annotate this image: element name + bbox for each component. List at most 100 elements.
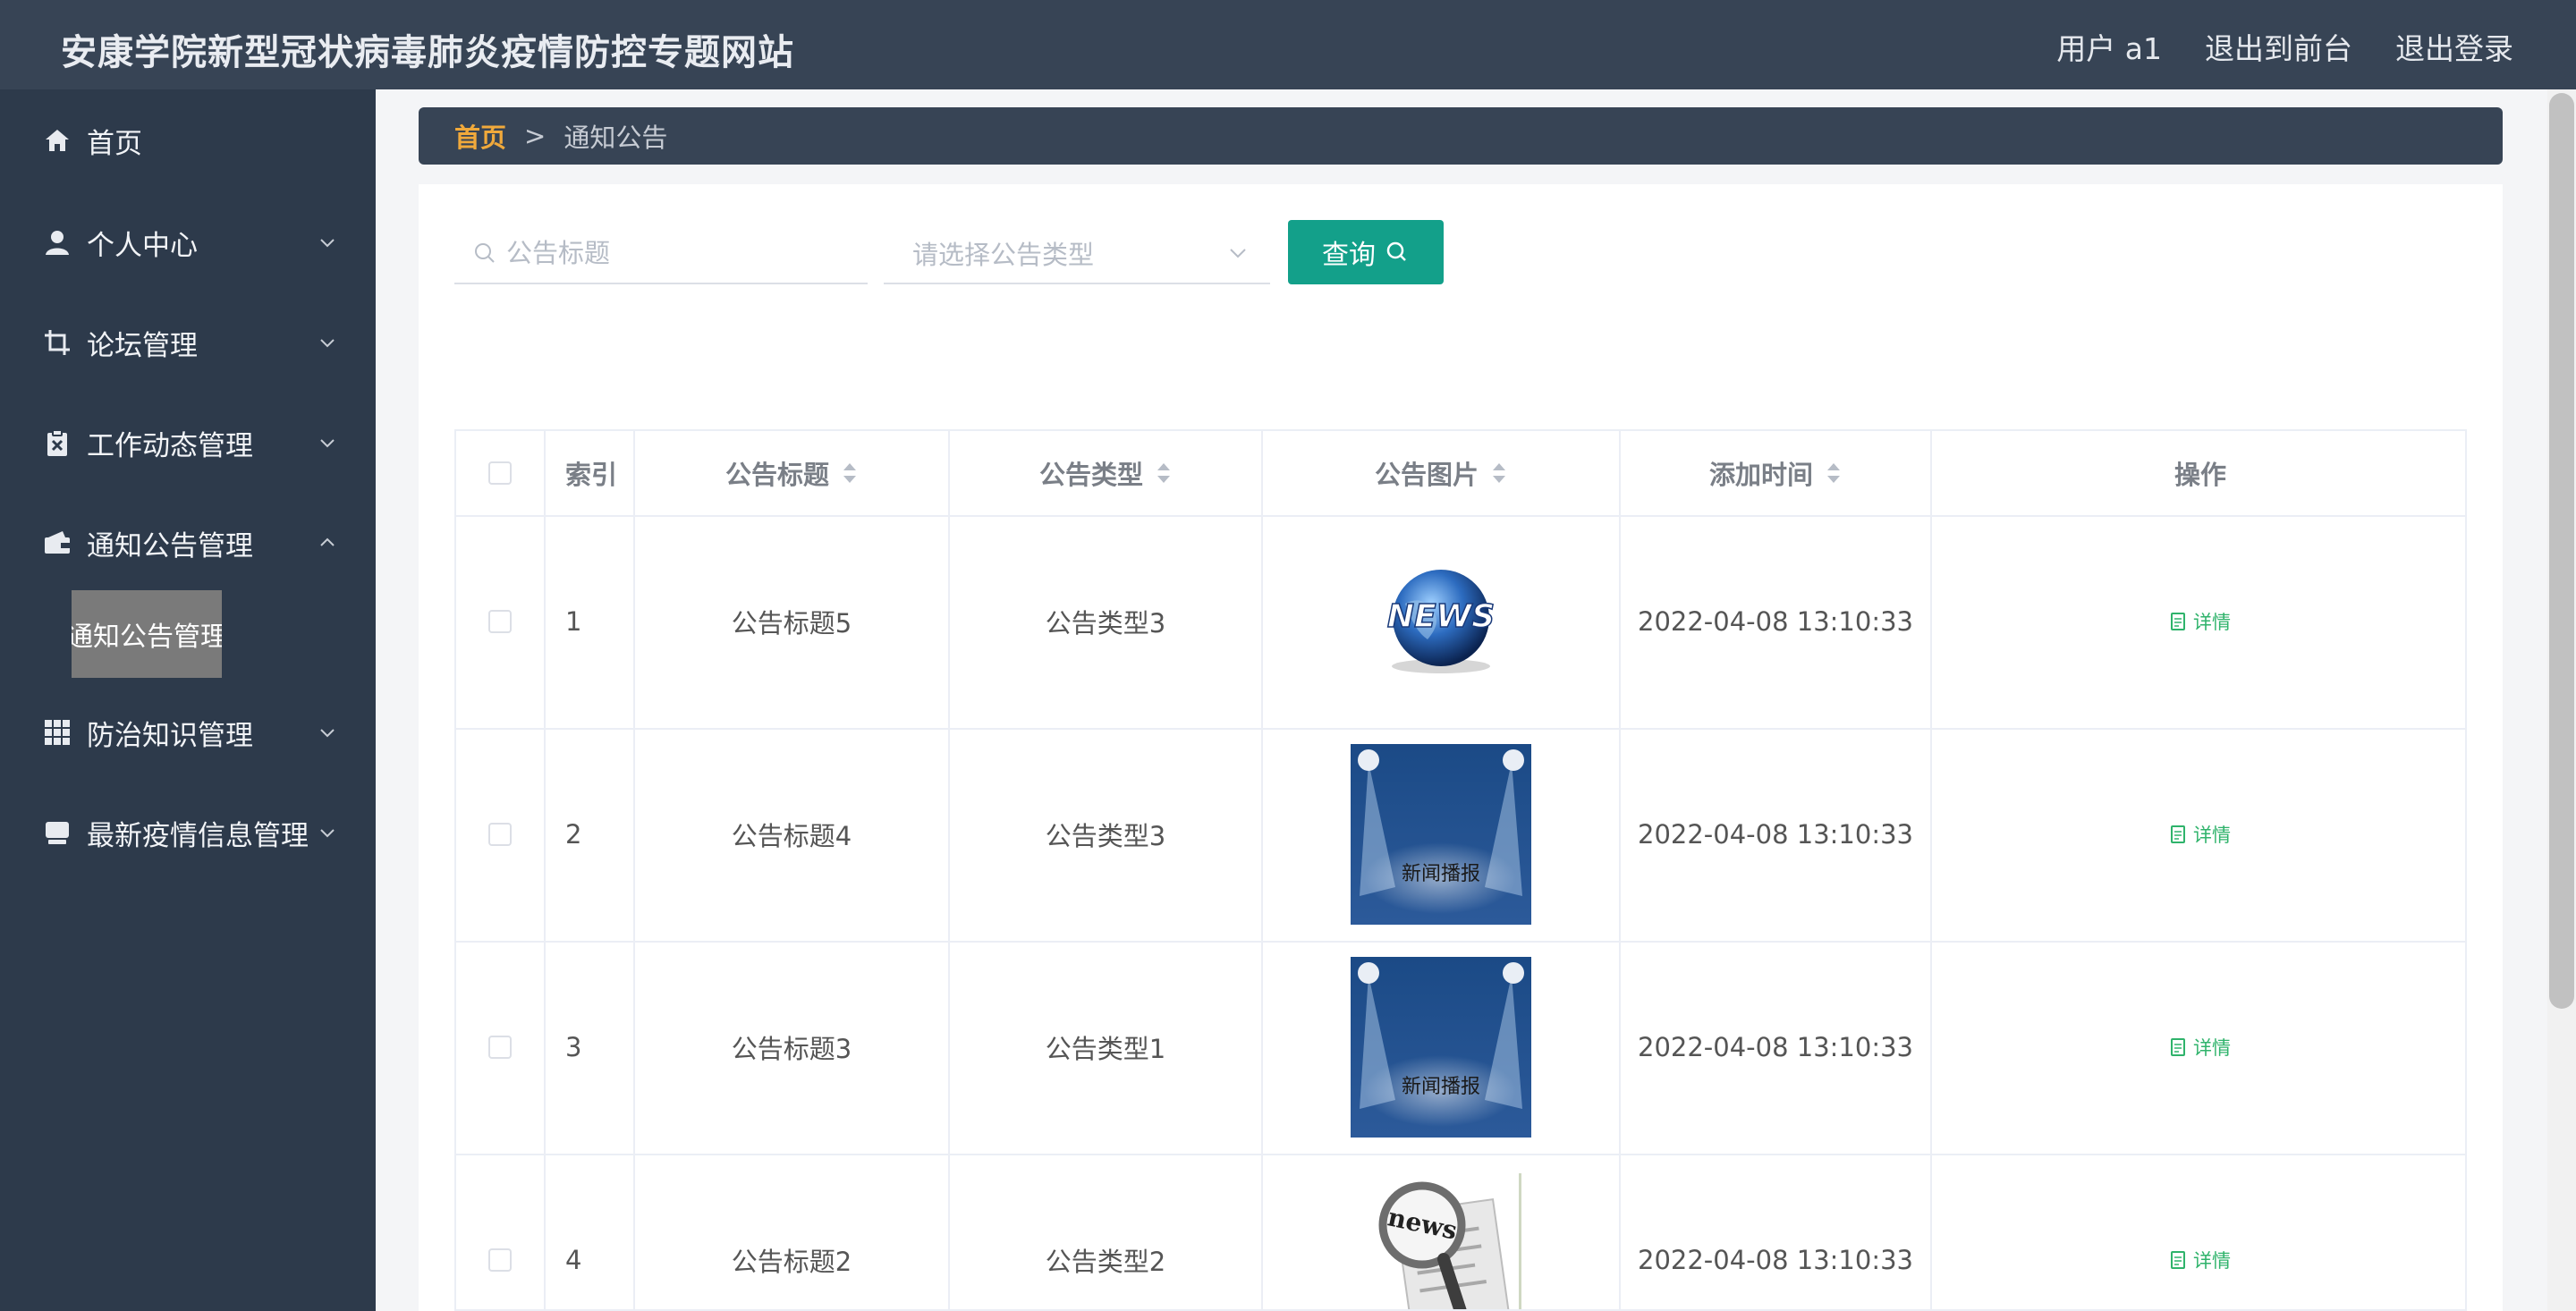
row-index: 3 — [546, 941, 635, 1154]
chevron-up-icon — [320, 537, 335, 546]
scrollbar-thumb[interactable] — [2549, 93, 2574, 1009]
row-title: 公告标题2 — [635, 1154, 950, 1309]
sidebar-item-label: 个人中心 — [87, 229, 198, 262]
notice-table: 索引 公告标题 公告类型 公告图片 添加时间 操作 1 公告标题5 公告类型3 — [454, 429, 2467, 1311]
title-search-input[interactable] — [504, 237, 866, 269]
breadcrumb-home[interactable]: 首页 — [454, 117, 506, 155]
row-type: 公告类型3 — [950, 515, 1263, 728]
sidebar-item-label: 首页 — [87, 127, 142, 160]
row-operation-cell: 详情 — [1932, 515, 2465, 728]
row-operation-cell: 详情 — [1932, 728, 2465, 941]
chevron-down-icon — [320, 339, 335, 348]
news-magnifier-image[interactable]: news — [1351, 1170, 1531, 1311]
document-icon — [2171, 825, 2185, 843]
news-globe-image[interactable]: NEWS — [1378, 559, 1504, 684]
sidebar-item-label: 最新疫情信息管理 — [87, 819, 309, 852]
logout-link[interactable]: 退出登录 — [2395, 25, 2513, 68]
row-index: 1 — [546, 515, 635, 728]
news-broadcast-image[interactable]: 新闻播报 — [1351, 957, 1531, 1138]
query-button[interactable]: 查询 — [1288, 220, 1444, 284]
row-check-cell — [456, 515, 546, 728]
image-caption: 新闻播报 — [1402, 863, 1480, 885]
sidebar-item-label: 工作动态管理 — [87, 429, 253, 462]
row-type: 公告类型1 — [950, 941, 1263, 1154]
row-time: 2022-04-08 13:10:33 — [1621, 941, 1932, 1154]
header-image[interactable]: 公告图片 — [1263, 431, 1621, 515]
row-image-cell: news — [1263, 1154, 1621, 1311]
row-title: 公告标题5 — [635, 515, 950, 728]
header-title-label: 公告标题 — [724, 460, 829, 490]
sidebar-item-latest-epidemic[interactable]: 最新疫情信息管理 — [0, 783, 376, 882]
detail-button[interactable]: 详情 — [2170, 1247, 2231, 1273]
row-type: 公告类型2 — [950, 1154, 1263, 1309]
sidebar-item-home[interactable]: 首页 — [0, 91, 376, 190]
sidebar-item-prevention-knowledge[interactable]: 防治知识管理 — [0, 683, 376, 782]
search-icon — [1386, 241, 1406, 261]
row-image-cell: 新闻播报 — [1263, 941, 1621, 1154]
table-row: 2 公告标题4 公告类型3 新闻播报 2022-04-08 13:10:33 详… — [456, 728, 2465, 943]
sort-icon[interactable] — [1156, 461, 1172, 485]
header-time[interactable]: 添加时间 — [1621, 431, 1932, 515]
row-checkbox[interactable] — [488, 823, 512, 846]
row-title: 公告标题4 — [635, 728, 950, 941]
submenu-item-notice-management[interactable]: 通知公告管理 — [72, 590, 222, 678]
chevron-down-icon — [320, 829, 335, 838]
row-check-cell — [456, 941, 546, 1154]
breadcrumb-separator: > — [524, 121, 547, 151]
crop-icon — [43, 328, 72, 357]
header-type-label: 公告类型 — [1038, 460, 1143, 490]
sidebar-item-notice[interactable]: 通知公告管理 — [0, 494, 376, 592]
title-search-field[interactable] — [454, 224, 868, 284]
sidebar-item-work-news[interactable]: 工作动态管理 — [0, 393, 376, 492]
row-checkbox[interactable] — [488, 1036, 512, 1059]
row-image-cell: NEWS — [1263, 515, 1621, 728]
type-select-placeholder: 请选择公告类型 — [912, 240, 1095, 270]
table-header-row: 索引 公告标题 公告类型 公告图片 添加时间 操作 — [456, 431, 2465, 517]
header-time-label: 添加时间 — [1708, 460, 1813, 490]
header-title[interactable]: 公告标题 — [635, 431, 950, 515]
monitor-icon — [43, 818, 72, 847]
sidebar-item-forum[interactable]: 论坛管理 — [0, 293, 376, 392]
sort-icon[interactable] — [1491, 461, 1507, 485]
chevron-down-icon — [320, 439, 335, 448]
row-image-cell: 新闻播报 — [1263, 728, 1621, 941]
image-caption: 新闻播报 — [1402, 1076, 1480, 1098]
detail-button[interactable]: 详情 — [2170, 608, 2231, 635]
sidebar-item-personal-center[interactable]: 个人中心 — [0, 193, 376, 292]
row-time: 2022-04-08 13:10:33 — [1621, 1154, 1932, 1309]
detail-label: 详情 — [2193, 825, 2231, 846]
news-broadcast-image[interactable]: 新闻播报 — [1351, 744, 1531, 925]
search-icon — [475, 243, 495, 263]
home-icon — [43, 126, 72, 155]
sidebar-item-label: 防治知识管理 — [87, 719, 253, 752]
header-check-cell — [456, 431, 546, 515]
grid-icon — [43, 718, 72, 747]
type-select[interactable]: 请选择公告类型 — [884, 224, 1270, 284]
select-all-checkbox[interactable] — [488, 461, 512, 485]
user-icon — [43, 228, 72, 257]
detail-button[interactable]: 详情 — [2170, 821, 2231, 848]
table-row: 1 公告标题5 公告类型3 NEWS 2022-04-08 13:10:33 详… — [456, 515, 2465, 730]
current-user[interactable]: 用户 a1 — [2056, 25, 2162, 68]
app-title: 安康学院新型冠状病毒肺炎疫情防控专题网站 — [61, 32, 794, 73]
table-row: 4 公告标题2 公告类型2 news 2022-04-08 13:10:33 详… — [456, 1154, 2465, 1311]
row-title: 公告标题3 — [635, 941, 950, 1154]
header-index: 索引 — [546, 431, 635, 515]
back-to-front-link[interactable]: 退出到前台 — [2205, 25, 2352, 68]
sort-icon[interactable] — [1826, 461, 1842, 485]
row-checkbox[interactable] — [488, 1248, 512, 1272]
sidebar-item-label: 论坛管理 — [87, 329, 198, 362]
row-checkbox[interactable] — [488, 610, 512, 633]
chevron-down-icon — [1230, 249, 1246, 258]
header-operation: 操作 — [2174, 460, 2226, 490]
document-icon — [2171, 1038, 2185, 1056]
document-icon — [2171, 613, 2185, 630]
header-type[interactable]: 公告类型 — [950, 431, 1263, 515]
detail-button[interactable]: 详情 — [2170, 1034, 2231, 1061]
row-time: 2022-04-08 13:10:33 — [1621, 728, 1932, 941]
row-check-cell — [456, 1154, 546, 1309]
breadcrumb-current: 通知公告 — [564, 123, 668, 153]
wallet-icon — [43, 529, 72, 557]
sort-icon[interactable] — [842, 461, 858, 485]
breadcrumb: 首页 > 通知公告 — [419, 107, 2503, 165]
